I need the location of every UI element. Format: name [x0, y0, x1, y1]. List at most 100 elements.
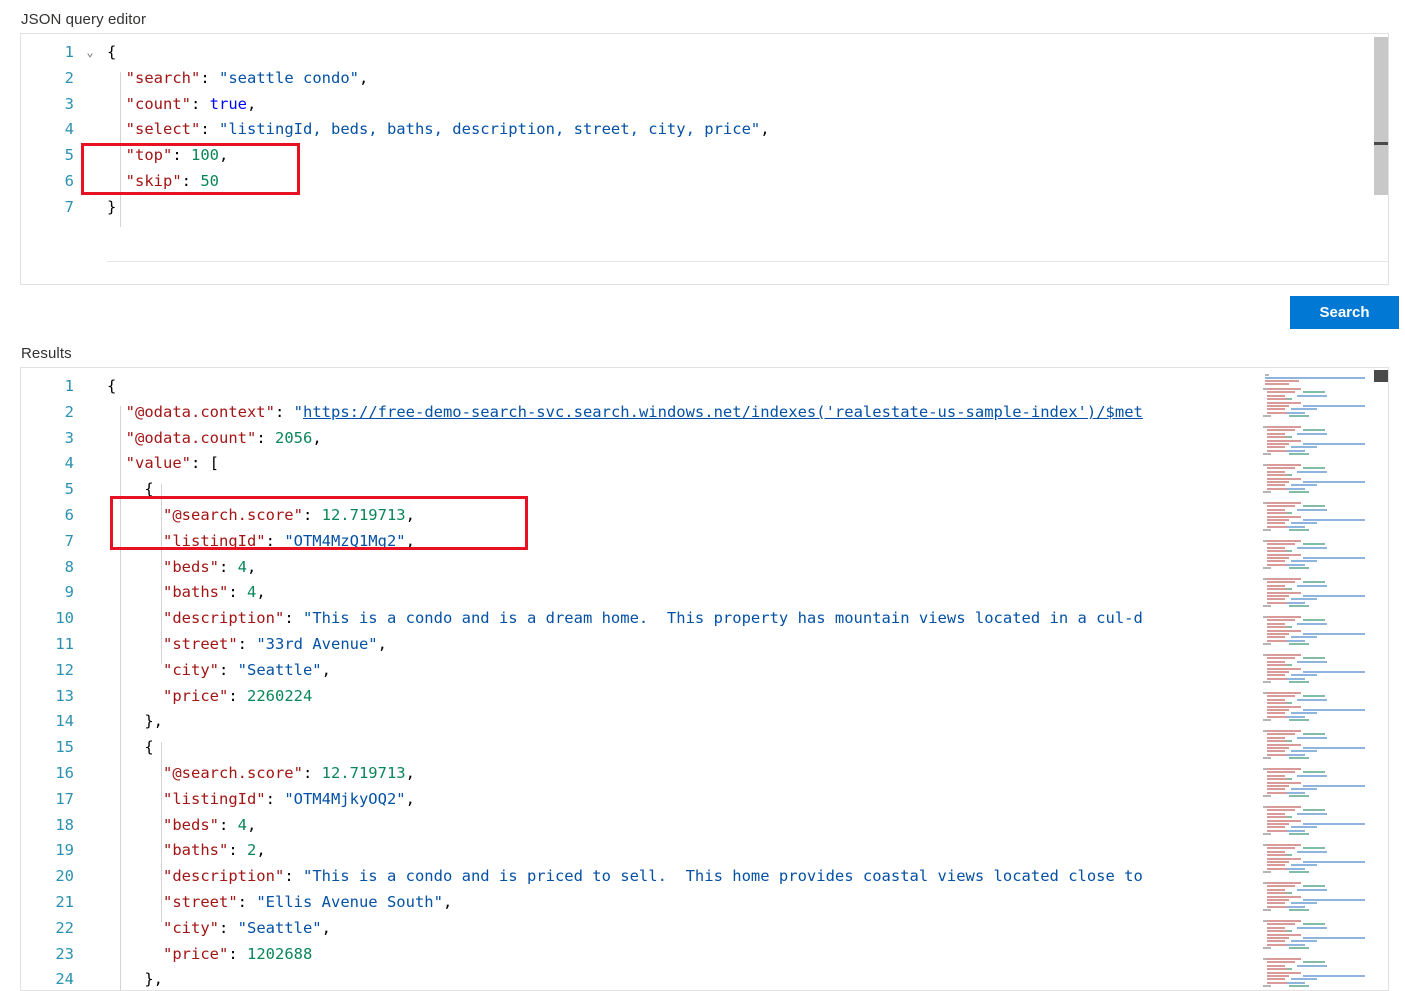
minimap-line: [1289, 795, 1309, 797]
code-line[interactable]: 12 "city": "Seattle",: [21, 658, 1388, 684]
minimap-line: [1297, 509, 1327, 511]
query-editor-code-area[interactable]: 1⌄{2 "search": "seattle condo",3 "count"…: [21, 40, 1388, 284]
minimap-line: [1267, 446, 1285, 448]
minimap-line: [1267, 823, 1289, 825]
token-link[interactable]: https://free-demo-search-svc.search.wind…: [303, 403, 1143, 421]
query-editor-scrollbar[interactable]: [1374, 34, 1388, 284]
code-line[interactable]: 10 "description": "This is a condo and i…: [21, 606, 1388, 632]
minimap-line: [1263, 453, 1271, 455]
code-line[interactable]: 9 "baths": 4,: [21, 580, 1388, 606]
code-line[interactable]: 8 "beds": 4,: [21, 555, 1388, 581]
token-key: "street": [107, 893, 238, 911]
code-line[interactable]: 21 "street": "Ellis Avenue South",: [21, 890, 1388, 916]
code-line[interactable]: 1⌄{: [21, 40, 1388, 66]
code-line[interactable]: 2 "search": "seattle condo",: [21, 66, 1388, 92]
minimap-line: [1267, 788, 1285, 790]
code-line-text: },: [107, 709, 163, 735]
minimap-line: [1267, 505, 1295, 507]
scrollbar-thumb[interactable]: [1374, 37, 1388, 195]
minimap-line: [1267, 440, 1301, 442]
code-line[interactable]: 6 "skip": 50: [21, 169, 1388, 195]
minimap-line: [1267, 782, 1301, 784]
line-number: 6: [21, 503, 74, 529]
code-line[interactable]: 5 {: [21, 477, 1388, 503]
minimap-line: [1267, 550, 1287, 552]
code-line[interactable]: 6 "@search.score": 12.719713,: [21, 503, 1388, 529]
results-editor[interactable]: 1{2 "@odata.context": "https://free-demo…: [20, 367, 1389, 991]
minimap-line: [1267, 654, 1301, 656]
minimap-line: [1267, 740, 1287, 742]
minimap-line: [1289, 947, 1309, 949]
minimap-line: [1267, 940, 1285, 942]
token-key: "@odata.context": [107, 403, 275, 421]
minimap-line: [1297, 623, 1327, 625]
code-line[interactable]: 14 },: [21, 709, 1388, 735]
minimap-line: [1297, 927, 1327, 929]
token-punct: :: [200, 69, 219, 87]
token-key: "street": [107, 635, 238, 653]
code-line[interactable]: 20 "description": "This is a condo and i…: [21, 864, 1388, 890]
code-line-text: "listingId": "OTM4MzQ1Mg2",: [107, 529, 415, 555]
minimap-line: [1267, 661, 1285, 663]
line-number: 4: [21, 451, 74, 477]
code-line[interactable]: 7 "listingId": "OTM4MzQ1Mg2",: [21, 529, 1388, 555]
minimap-line: [1287, 436, 1292, 438]
minimap-line: [1303, 733, 1325, 735]
code-line[interactable]: 11 "street": "33rd Avenue",: [21, 632, 1388, 658]
results-editor-code-area[interactable]: 1{2 "@odata.context": "https://free-demo…: [21, 374, 1388, 990]
token-key: "beds": [107, 816, 219, 834]
code-line-text: {: [107, 374, 116, 400]
code-line[interactable]: 24 },: [21, 967, 1388, 990]
minimap-line: [1267, 706, 1301, 708]
line-number: 3: [21, 426, 74, 452]
code-line[interactable]: 2 "@odata.context": "https://free-demo-s…: [21, 400, 1388, 426]
token-key: "description": [107, 867, 284, 885]
results-editor-scrollbar[interactable]: [1374, 368, 1388, 990]
code-line[interactable]: 3 "count": true,: [21, 92, 1388, 118]
code-line[interactable]: 15 {: [21, 735, 1388, 761]
minimap-line: [1267, 792, 1287, 794]
code-line[interactable]: 4 "value": [: [21, 451, 1388, 477]
code-line[interactable]: 17 "listingId": "OTM4MjkyOQ2",: [21, 787, 1388, 813]
code-line[interactable]: 5 "top": 100,: [21, 143, 1388, 169]
search-button[interactable]: Search: [1290, 296, 1399, 329]
minimap-line: [1287, 892, 1292, 894]
minimap-line: [1267, 899, 1289, 901]
code-minimap[interactable]: [1259, 368, 1374, 990]
minimap-line: [1263, 871, 1271, 873]
code-line[interactable]: 7}: [21, 195, 1388, 221]
scrollbar-thumb[interactable]: [1374, 370, 1388, 382]
minimap-line: [1303, 899, 1365, 901]
minimap-line: [1267, 737, 1285, 739]
code-line[interactable]: 19 "baths": 2,: [21, 838, 1388, 864]
code-line[interactable]: 22 "city": "Seattle",: [21, 916, 1388, 942]
minimap-line: [1267, 785, 1289, 787]
code-line[interactable]: 1{: [21, 374, 1388, 400]
code-line[interactable]: 23 "price": 1202688: [21, 942, 1388, 968]
token-key: "@odata.count": [107, 429, 256, 447]
line-number: 12: [21, 658, 74, 684]
minimap-line: [1267, 889, 1285, 891]
chevron-down-icon[interactable]: ⌄: [81, 40, 99, 66]
json-query-editor[interactable]: 1⌄{2 "search": "seattle condo",3 "count"…: [20, 33, 1389, 285]
minimap-line: [1289, 415, 1309, 417]
minimap-line: [1291, 750, 1317, 752]
code-line[interactable]: 16 "@search.score": 12.719713,: [21, 761, 1388, 787]
code-line[interactable]: 13 "price": 2260224: [21, 684, 1388, 710]
minimap-line: [1267, 861, 1289, 863]
code-line[interactable]: 3 "@odata.count": 2056,: [21, 426, 1388, 452]
minimap-line: [1291, 864, 1317, 866]
minimap-line: [1267, 481, 1289, 483]
minimap-line: [1287, 412, 1305, 414]
token-key: "value": [107, 454, 191, 472]
line-number: 9: [21, 580, 74, 606]
minimap-line: [1303, 505, 1325, 507]
minimap-line: [1289, 757, 1309, 759]
minimap-line: [1303, 557, 1365, 559]
code-line[interactable]: 4 "select": "listingId, beds, baths, des…: [21, 117, 1388, 143]
token-punct: :: [228, 583, 247, 601]
minimap-line: [1267, 623, 1285, 625]
code-line[interactable]: 18 "beds": 4,: [21, 813, 1388, 839]
code-line-text: "description": "This is a condo and is p…: [107, 864, 1143, 890]
token-punct: ,: [256, 583, 265, 601]
